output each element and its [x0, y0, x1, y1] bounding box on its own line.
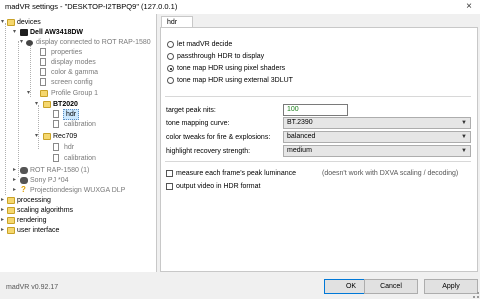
radio-label: passthrough HDR to display [177, 53, 265, 60]
page-icon [40, 48, 46, 56]
chevron-down-icon: ▼ [461, 134, 467, 140]
question-icon: ? [21, 185, 26, 194]
tree-label: calibration [64, 121, 96, 128]
expand-icon[interactable]: ▸ [13, 166, 19, 175]
color-tweaks-select[interactable]: balanced ▼ [283, 131, 471, 143]
tree-label: display modes [51, 59, 96, 66]
cancel-button[interactable]: Cancel [364, 279, 418, 294]
tree-label: user interface [17, 227, 60, 234]
tree-label: scaling algorithms [17, 207, 74, 214]
page-icon [53, 110, 59, 118]
checkbox-box[interactable] [166, 183, 173, 190]
page-icon [40, 58, 46, 66]
page-icon [40, 78, 46, 86]
tree-label: ROT RAP-1580 (1) [30, 167, 90, 174]
tree-label: Rec709 [53, 133, 78, 140]
folder-icon [40, 90, 48, 97]
page-icon [53, 143, 59, 151]
target-peak-input[interactable]: 100 [283, 104, 348, 116]
color-tweaks-value: balanced [287, 133, 316, 140]
tree-label: hdr [64, 144, 75, 151]
folder-icon [7, 197, 15, 204]
target-peak-label: target peak nits: [166, 107, 216, 114]
chevron-down-icon: ▼ [461, 148, 467, 154]
window-title: madVR settings - "DESKTOP-I2TBPQ9" (127.… [5, 2, 178, 11]
curve-label: tone mapping curve: [166, 120, 230, 127]
checkbox-box[interactable] [166, 170, 173, 177]
folder-icon [43, 133, 51, 140]
apply-button[interactable]: Apply [424, 279, 478, 294]
tree-label: Dell AW3418DW [30, 29, 84, 36]
chevron-down-icon: ▼ [461, 120, 467, 126]
folder-icon [7, 227, 15, 234]
tree-label: processing [17, 197, 51, 204]
collapse-icon[interactable]: ▾ [13, 28, 19, 37]
folder-icon [7, 207, 15, 214]
folder-icon [7, 217, 15, 224]
title-bar: madVR settings - "DESKTOP-I2TBPQ9" (127.… [0, 0, 480, 14]
monitor-icon [20, 29, 28, 36]
tree-label: Profile Group 1 [51, 90, 99, 97]
tree-label: devices [17, 19, 41, 26]
tree-label: calibration [64, 155, 96, 162]
checkbox-label: measure each frame's peak luminance [176, 170, 297, 177]
radio-label: let madVR decide [177, 41, 233, 48]
collapse-icon[interactable]: ▾ [35, 132, 41, 141]
measure-note: (doesn't work with DXVA scaling / decodi… [322, 170, 459, 177]
tree-label: rendering [17, 217, 47, 224]
divider [165, 161, 471, 162]
page-icon [53, 154, 59, 162]
color-tweaks-label: color tweaks for fire & explosions: [166, 134, 271, 141]
collapse-icon[interactable]: ▾ [35, 100, 41, 109]
tree-label: screen config [51, 79, 93, 86]
radio-circle[interactable] [167, 65, 174, 72]
tree-label: Sony PJ *04 [30, 177, 69, 184]
divider [165, 96, 471, 97]
checkbox-label: output video in HDR format [176, 183, 261, 190]
expand-icon[interactable]: ▸ [13, 186, 19, 195]
highlight-recovery-label: highlight recovery strength: [166, 148, 251, 155]
folder-icon [43, 101, 51, 108]
radio-label: tone map HDR using external 3DLUT [177, 77, 293, 84]
device-icon [20, 177, 28, 184]
tree-label: color & gamma [51, 69, 99, 76]
expand-icon[interactable]: ▸ [13, 176, 19, 185]
highlight-recovery-value: medium [287, 147, 312, 154]
close-icon[interactable]: × [458, 0, 480, 14]
settings-tree[interactable]: ▾ devices ▾ Dell AW3418DW ▾ display conn… [0, 14, 157, 272]
radio-circle[interactable] [167, 41, 174, 48]
radio-circle[interactable] [167, 53, 174, 60]
folder-icon [7, 19, 15, 26]
page-icon [40, 68, 46, 76]
version-label: madVR v0.92.17 [6, 284, 59, 291]
highlight-recovery-select[interactable]: medium ▼ [283, 145, 471, 157]
tree-label: BT2020 [53, 101, 78, 108]
curve-value: BT.2390 [287, 119, 313, 126]
tree-label: properties [51, 49, 83, 56]
curve-select[interactable]: BT.2390 ▼ [283, 117, 471, 129]
collapse-icon[interactable]: ▾ [27, 89, 33, 98]
tree-label: hdr [63, 109, 80, 120]
radio-label: tone map HDR using pixel shaders [177, 65, 286, 72]
connection-icon [26, 40, 33, 46]
tree-label: Projectiondesign WUXGA DLP [30, 187, 126, 194]
page-icon [53, 120, 59, 128]
device-icon [20, 167, 28, 174]
radio-circle[interactable] [167, 77, 174, 84]
tree-label: display connected to ROT RAP-1580 [36, 39, 151, 46]
resize-grip-icon[interactable] [473, 292, 479, 298]
